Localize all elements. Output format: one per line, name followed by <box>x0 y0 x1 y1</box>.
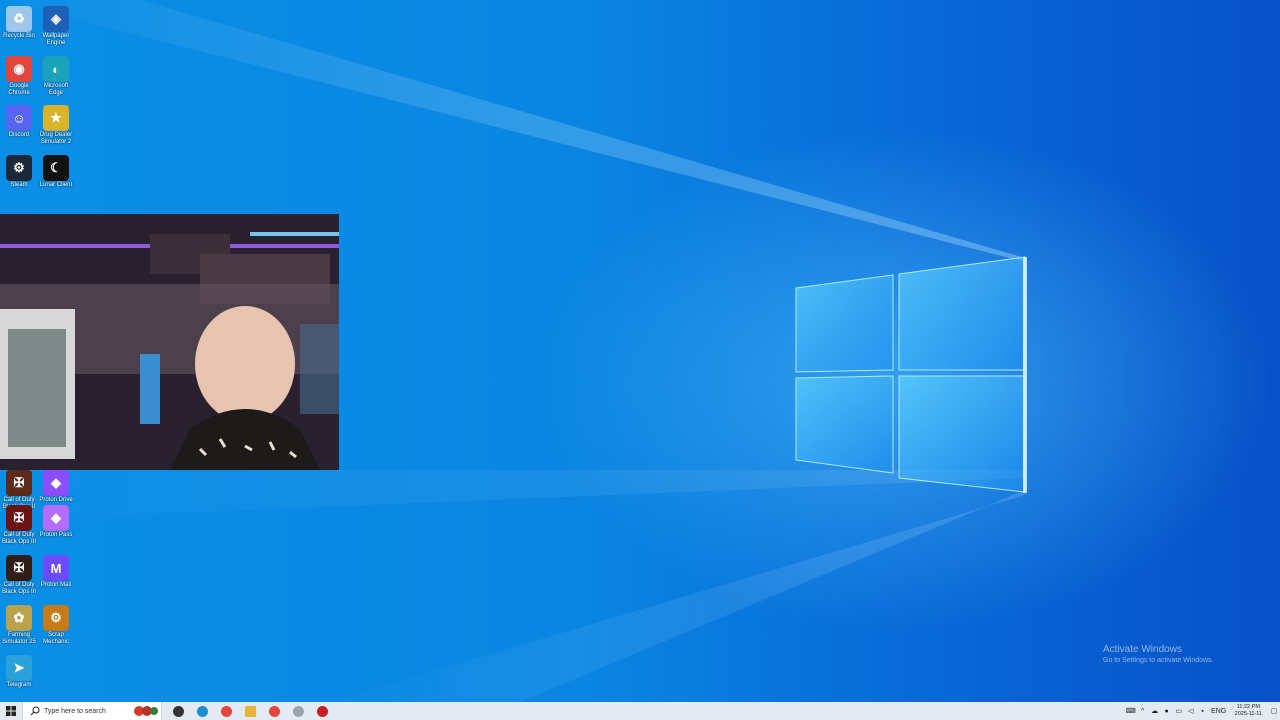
edge-icon: ◐ <box>43 56 69 82</box>
desktop-icon-label: Recycle Bin <box>3 33 35 39</box>
search-icon <box>30 706 40 716</box>
desktop-icon-label: Proton Pass <box>39 532 73 538</box>
taskbar-app-button[interactable] <box>310 702 334 720</box>
desktop-icon-label: Microsoft Edge <box>43 83 69 96</box>
taskbar-app-button[interactable] <box>166 702 190 720</box>
desktop-icon[interactable]: ★ Drug Dealer Simulator 2 <box>37 105 75 146</box>
desktop-icon-label: Steam <box>10 182 28 188</box>
taskbar-app-button[interactable] <box>214 702 238 720</box>
desktop-icon[interactable]: ☾ Lunar Client <box>37 155 75 189</box>
taskbar: Type here to search ⌨ ^ ☁ ● ▭ ◁ ▪ ENG 11… <box>0 702 1280 720</box>
desktop-icon-label: Proton Mail <box>40 582 72 588</box>
desktop-icon-label: Call of Duty Black Ops III <box>1 582 36 595</box>
lunar-client-icon: ☾ <box>43 155 69 181</box>
drug-dealer-simulator-icon: ★ <box>43 105 69 131</box>
farming-simulator-icon: ✿ <box>6 605 32 631</box>
onedrive-icon[interactable]: ☁ <box>1149 702 1161 720</box>
proton-mail-icon: M <box>43 555 69 581</box>
search-highlight-icon <box>134 706 158 716</box>
notification-center-icon[interactable]: ▢ <box>1268 702 1280 720</box>
activate-windows-watermark: Activate Windows Go to Settings to activ… <box>1103 644 1214 664</box>
desktop-icon[interactable]: ⚙ Scrap Mechanic <box>37 605 75 646</box>
desktop-icon[interactable]: ◆ Proton Drive <box>37 470 75 504</box>
desktop-icon-label: Farming Simulator 25 <box>2 632 36 645</box>
keyboard-icon[interactable]: ⌨ <box>1125 702 1137 720</box>
scrap-mechanic-icon: ⚙ <box>43 605 69 631</box>
desktop-icon-label: Telegram <box>6 682 32 688</box>
desktop-icon-label: Google Chrome <box>8 83 30 96</box>
network-icon[interactable]: ▭ <box>1173 702 1185 720</box>
task-view-icon <box>172 705 184 717</box>
taskbar-app-button[interactable] <box>190 702 214 720</box>
chrome-icon: ◉ <box>6 56 32 82</box>
telegram-icon: ➤ <box>6 655 32 681</box>
webcam-overlay <box>0 214 339 470</box>
desktop-icon[interactable]: ☺ Discord <box>0 105 38 139</box>
speaker-icon[interactable]: ◁ <box>1185 702 1197 720</box>
obs-icon <box>316 705 328 717</box>
desktop-icon[interactable]: ✠ Call of Duty Black Ops III <box>0 505 38 546</box>
desktop-icon[interactable]: ◉ Google Chrome <box>0 56 38 97</box>
clock-date: 2025-11-11 <box>1234 711 1262 717</box>
desktop-icon[interactable]: ◆ Proton Pass <box>37 505 75 539</box>
chevron-up-icon[interactable]: ^ <box>1137 702 1149 720</box>
desktop-icon-label: Wallpaper Engine <box>42 33 70 46</box>
proton-pass-icon: ◆ <box>43 505 69 531</box>
system-tray: ⌨ ^ ☁ ● ▭ ◁ ▪ ENG 11:22 PM 2025-11-11 ▢ <box>1125 702 1280 720</box>
taskbar-app-button[interactable] <box>286 702 310 720</box>
chrome-icon <box>220 705 232 717</box>
desktop-icon-label: Call of Duty Black Ops III <box>1 532 36 545</box>
desktop-icon[interactable]: ✠ Call of Duty Black Ops III <box>0 555 38 596</box>
desktop-icon[interactable]: ◐ Microsoft Edge <box>37 56 75 97</box>
discord-icon: ☺ <box>6 105 32 131</box>
chrome-icon <box>268 705 280 717</box>
desktop-icon[interactable]: ✿ Farming Simulator 25 <box>0 605 38 646</box>
file-explorer-icon <box>244 705 256 717</box>
windows-start-icon <box>6 706 16 716</box>
call-of-duty-icon: ✠ <box>6 505 32 531</box>
recycle-bin-icon: ♻ <box>6 6 32 32</box>
search-placeholder: Type here to search <box>44 707 106 715</box>
desktop-icon-label: Lunar Client <box>39 182 73 188</box>
call-of-duty-icon: ✠ <box>6 555 32 581</box>
call-of-duty-icon: ✠ <box>6 470 32 496</box>
desktop-icon[interactable]: ➤ Telegram <box>0 655 38 689</box>
desktop-icon-label: Drug Dealer Simulator 2 <box>39 132 73 145</box>
language-indicator[interactable]: ENG <box>1209 702 1229 720</box>
start-button[interactable] <box>0 702 22 720</box>
activate-windows-subtitle: Go to Settings to activate Windows. <box>1103 657 1214 664</box>
desktop-icon-label: Discord <box>8 132 30 138</box>
taskbar-app-button[interactable] <box>262 702 286 720</box>
desktop-icon[interactable]: ⚙ Steam <box>0 155 38 189</box>
taskbar-search-box[interactable]: Type here to search <box>22 702 162 720</box>
desktop-icon[interactable]: M Proton Mail <box>37 555 75 589</box>
microphone-icon[interactable]: ● <box>1161 702 1173 720</box>
proton-drive-icon: ◆ <box>43 470 69 496</box>
extra-tray-icon[interactable]: ▪ <box>1197 702 1209 720</box>
edge-icon <box>196 705 208 717</box>
webcam-video <box>0 214 339 470</box>
activate-windows-title: Activate Windows <box>1103 644 1182 655</box>
app-icon <box>292 705 304 717</box>
clock[interactable]: 11:22 PM 2025-11-11 <box>1229 704 1268 718</box>
desktop-icon[interactable]: ♻ Recycle Bin <box>0 6 38 40</box>
steam-icon: ⚙ <box>6 155 32 181</box>
desktop-icon-label: Scrap Mechanic <box>43 632 69 645</box>
taskbar-app-button[interactable] <box>238 702 262 720</box>
clock-time: 11:22 PM <box>1236 704 1260 710</box>
desktop-icon-label: Proton Drive <box>39 497 73 503</box>
wallpaper-engine-icon: ◈ <box>43 6 69 32</box>
desktop-icon[interactable]: ◈ Wallpaper Engine <box>37 6 75 47</box>
